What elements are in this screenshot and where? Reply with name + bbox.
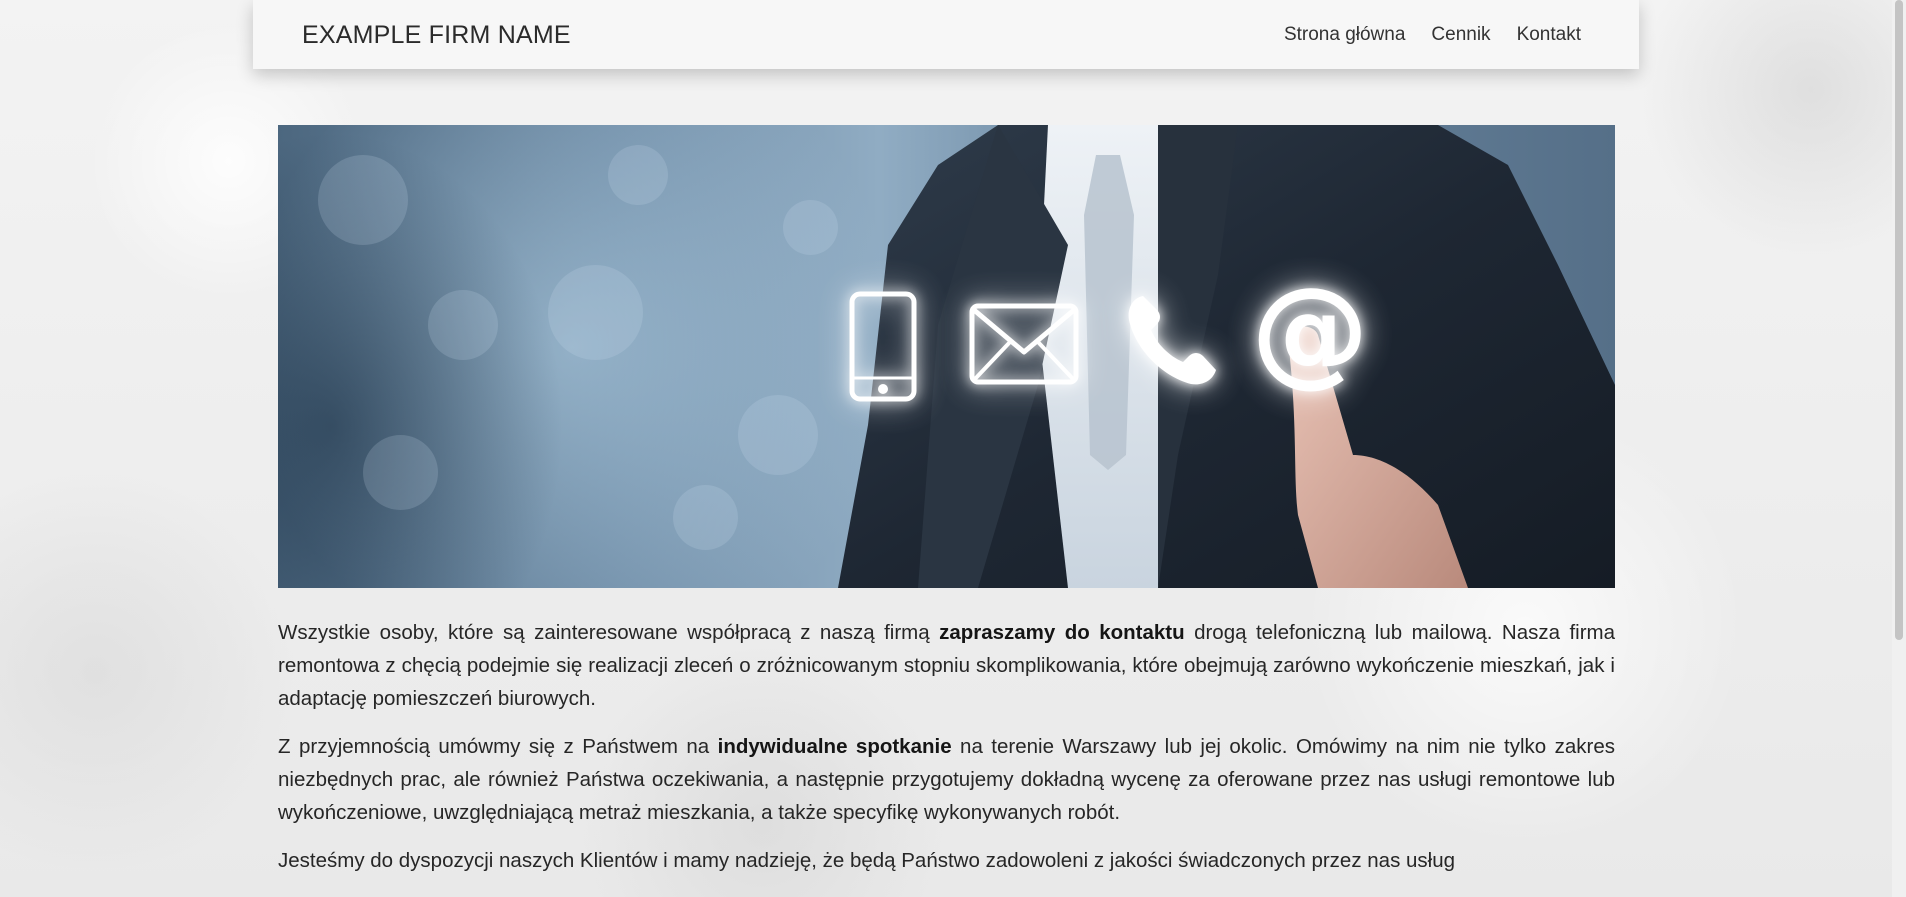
nav-link-pricing[interactable]: Cennik [1431,24,1490,46]
contact-description: Wszystkie osoby, które są zainteresowane… [278,616,1615,892]
highlight-invite: zapraszamy do kontaktu [939,621,1185,644]
nav-link-home[interactable]: Strona główna [1284,24,1405,46]
phone-handset-icon [1128,296,1216,385]
paragraph-contact-invite: Wszystkie osoby, które są zainteresowane… [278,621,1615,710]
envelope-icon [969,303,1079,385]
smartphone-icon [849,291,917,402]
brand-logo-text[interactable]: EXAMPLE FIRM NAME [302,0,571,69]
paragraph-availability: Jesteśmy do dyspozycji naszych Klientów … [278,849,1456,872]
highlight-meeting: indywidualne spotkanie [717,735,952,758]
nav-link-contact[interactable]: Kontakt [1517,24,1581,46]
at-sign-icon: @ [1251,261,1369,399]
page-scrollbar[interactable] [1892,0,1906,897]
top-navbar: EXAMPLE FIRM NAME Strona główna Cennik K… [253,0,1639,69]
main-navigation: Strona główna Cennik Kontakt [1284,0,1581,69]
paragraph-meeting: Z przyjemnością umówmy się z Państwem na… [278,735,1615,824]
scrollbar-thumb[interactable] [1895,0,1903,640]
businessman-figure [838,125,1615,588]
hero-contact-image: @ [278,125,1615,588]
